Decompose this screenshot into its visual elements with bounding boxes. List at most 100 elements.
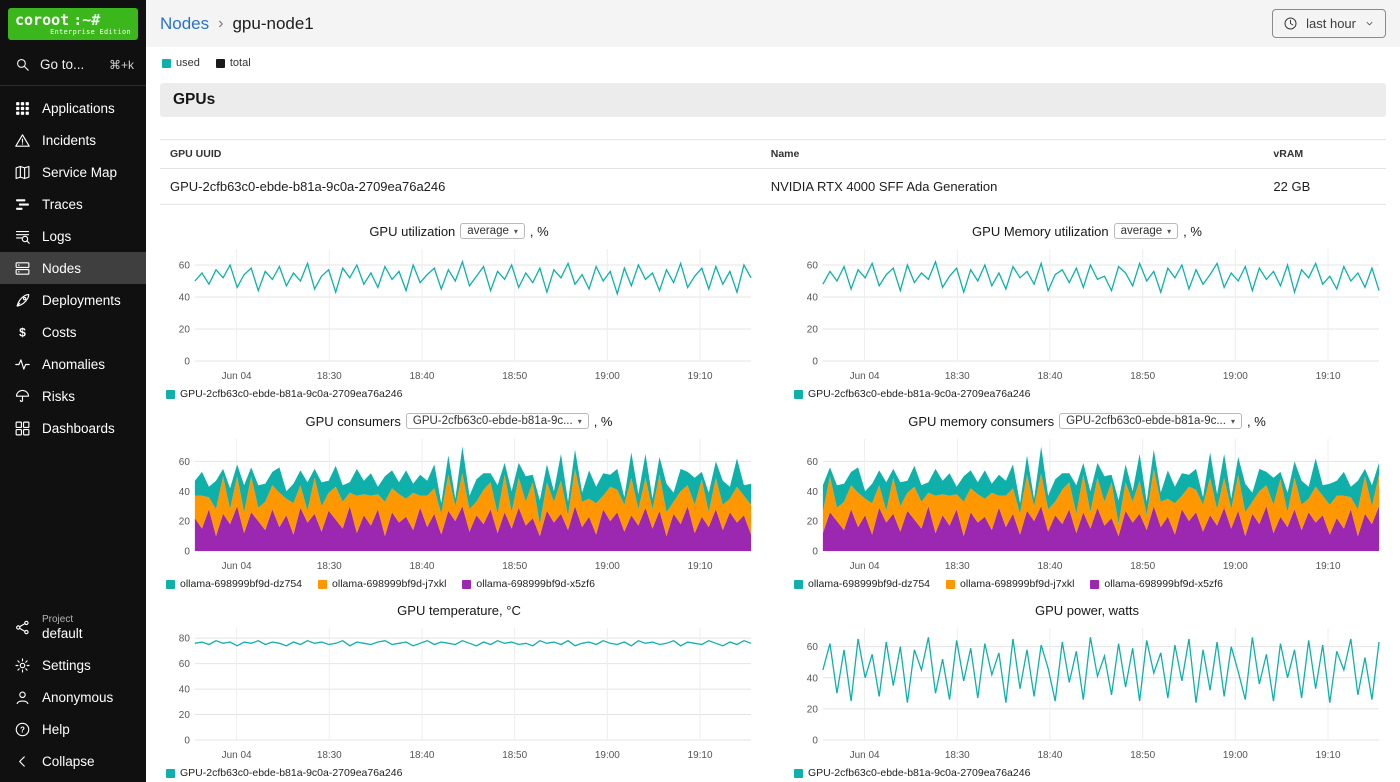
svg-text:0: 0 [184, 356, 190, 367]
svg-text:19:10: 19:10 [688, 561, 713, 572]
legend-item: GPU-2cfb63c0-ebde-b81a-9c0a-2709ea76a246 [166, 388, 402, 400]
col-gpu-uuid: GPU UUID [160, 140, 761, 169]
svg-text:19:10: 19:10 [688, 750, 713, 761]
legend-label: ollama-698999bf9d-x5zf6 [1104, 578, 1223, 590]
time-range-select[interactable]: last hour [1272, 9, 1386, 38]
sidebar-item-logs[interactable]: Logs [0, 220, 146, 252]
sidebar-item-collapse[interactable]: Collapse [0, 745, 146, 777]
applications-icon [14, 100, 31, 117]
sidebar-item-incidents[interactable]: Incidents [0, 124, 146, 156]
chart-plot-gpu-memory-utilization[interactable]: 0204060Jun 0418:3018:4018:5019:0019:10 [788, 241, 1386, 385]
sidebar-item-help[interactable]: ? Help [0, 713, 146, 745]
legend-swatch [318, 580, 327, 589]
chart-metric-select-value: average [1121, 225, 1163, 237]
svg-text:20: 20 [179, 710, 191, 721]
svg-text:$: $ [19, 325, 26, 339]
svg-text:60: 60 [807, 260, 819, 271]
sidebar-item-deployments[interactable]: Deployments [0, 284, 146, 316]
logo-brand: coroot [15, 11, 69, 29]
chart-plot-gpu-utilization[interactable]: 0204060Jun 0418:3018:4018:5019:0019:10 [160, 241, 758, 385]
chart-metric-select[interactable]: GPU-2cfb63c0-ebde-b81a-9c...▾ [1059, 413, 1242, 429]
sidebar-item-label: Help [42, 722, 70, 737]
sidebar-item-label: Settings [42, 658, 91, 673]
svg-text:18:30: 18:30 [945, 561, 970, 572]
sidebar-item-anonymous[interactable]: Anonymous [0, 681, 146, 713]
sidebar-item-applications[interactable]: Applications [0, 92, 146, 124]
chart-title: GPU temperature, °C [160, 603, 758, 618]
chart-gpu-power: GPU power, watts0204060Jun 0418:3018:401… [788, 603, 1386, 779]
chart-title-text: GPU Memory utilization [972, 224, 1109, 239]
sidebar-item-label: Dashboards [42, 421, 115, 436]
sidebar-item-label: Anonymous [42, 690, 113, 705]
project-selector-label: Projectdefault [42, 614, 83, 641]
legend-item-used: used [162, 57, 200, 69]
legend-swatch [794, 390, 803, 399]
legend-swatch [166, 769, 175, 778]
chart-metric-select-value: GPU-2cfb63c0-ebde-b81a-9c... [413, 415, 573, 427]
sidebar-item-settings[interactable]: Settings [0, 649, 146, 681]
sidebar-item-risks[interactable]: Risks [0, 380, 146, 412]
chart-plot-gpu-memory-consumers[interactable]: 0204060Jun 0418:3018:4018:5019:0019:10 [788, 431, 1386, 575]
legend-item: ollama-698999bf9d-x5zf6 [1090, 578, 1223, 590]
legend-label: ollama-698999bf9d-j7xkl [332, 578, 446, 590]
sidebar-item-service-map[interactable]: Service Map [0, 156, 146, 188]
legend-label: ollama-698999bf9d-x5zf6 [476, 578, 595, 590]
project-icon [14, 619, 31, 636]
legend-label: GPU-2cfb63c0-ebde-b81a-9c0a-2709ea76a246 [180, 767, 402, 779]
chart-metric-select[interactable]: average▾ [1114, 223, 1179, 239]
svg-text:20: 20 [807, 704, 819, 715]
chart-metric-select[interactable]: average▾ [460, 223, 525, 239]
charts-grid: GPU utilizationaverage▾, %0204060Jun 041… [160, 217, 1386, 779]
goto-label: Go to... [40, 57, 84, 72]
svg-text:19:10: 19:10 [688, 371, 713, 382]
gpu-table: GPU UUID Name vRAM GPU-2cfb63c0-ebde-b81… [160, 139, 1386, 205]
coroot-logo[interactable]: coroot :~# Enterprise Edition [8, 8, 138, 40]
legend-swatch [162, 59, 171, 68]
svg-text:0: 0 [184, 735, 190, 746]
chart-gpu-memory-utilization: GPU Memory utilizationaverage▾, %0204060… [788, 223, 1386, 400]
svg-text:40: 40 [807, 673, 819, 684]
svg-text:19:00: 19:00 [595, 561, 620, 572]
chevron-down-icon: ▾ [514, 227, 518, 236]
breadcrumb-nodes-link[interactable]: Nodes [160, 14, 209, 34]
chart-plot-gpu-power[interactable]: 0204060Jun 0418:3018:4018:5019:0019:10 [788, 620, 1386, 764]
sidebar-item-project[interactable]: Projectdefault [0, 607, 146, 649]
svg-text:0: 0 [812, 356, 818, 367]
goto-search[interactable]: Go to... ⌘+k [0, 44, 146, 86]
svg-text:40: 40 [179, 685, 191, 696]
svg-text:19:00: 19:00 [1223, 561, 1248, 572]
chart-title-text: GPU consumers [306, 414, 401, 429]
chart-title: GPU memory consumersGPU-2cfb63c0-ebde-b8… [788, 413, 1386, 429]
svg-text:19:10: 19:10 [1316, 750, 1341, 761]
chart-metric-select[interactable]: GPU-2cfb63c0-ebde-b81a-9c... ▾ [406, 413, 589, 429]
chevron-down-icon: ▾ [578, 417, 582, 426]
topbar: Nodes › gpu-node1 last hour [146, 0, 1400, 47]
svg-text:60: 60 [807, 642, 819, 653]
svg-text:19:00: 19:00 [1223, 371, 1248, 382]
top-chart-legend: usedtotal [160, 47, 1386, 81]
chart-legend: ollama-698999bf9d-dz754 ollama-698999bf9d… [160, 575, 758, 590]
sidebar-item-anomalies[interactable]: Anomalies [0, 348, 146, 380]
svg-text:18:50: 18:50 [502, 750, 527, 761]
chart-plot-gpu-temperature[interactable]: 020406080Jun 0418:3018:4018:5019:0019:10 [160, 620, 758, 764]
sidebar-item-label: Deployments [42, 293, 121, 308]
svg-text:0: 0 [812, 735, 818, 746]
legend-label: ollama-698999bf9d-j7xkl [960, 578, 1074, 590]
svg-text:40: 40 [807, 292, 819, 303]
clock-icon [1283, 16, 1298, 31]
sidebar-item-costs[interactable]: $Costs [0, 316, 146, 348]
chart-title-suffix: , % [594, 414, 613, 429]
svg-text:?: ? [20, 725, 25, 734]
sidebar-item-dashboards[interactable]: Dashboards [0, 412, 146, 444]
svg-text:19:00: 19:00 [1223, 750, 1248, 761]
svg-text:Jun 04: Jun 04 [222, 371, 252, 382]
chart-legend: GPU-2cfb63c0-ebde-b81a-9c0a-2709ea76a246 [160, 764, 758, 779]
sidebar-item-nodes[interactable]: Nodes [0, 252, 146, 284]
legend-label: ollama-698999bf9d-dz754 [180, 578, 302, 590]
col-vram: vRAM [1263, 140, 1386, 169]
breadcrumb-separator: › [218, 15, 223, 33]
svg-text:18:50: 18:50 [1130, 750, 1155, 761]
sidebar-item-traces[interactable]: Traces [0, 188, 146, 220]
goto-shortcut: ⌘+k [109, 58, 134, 72]
chart-plot-gpu-consumers[interactable]: 0204060Jun 0418:3018:4018:5019:0019:10 [160, 431, 758, 575]
